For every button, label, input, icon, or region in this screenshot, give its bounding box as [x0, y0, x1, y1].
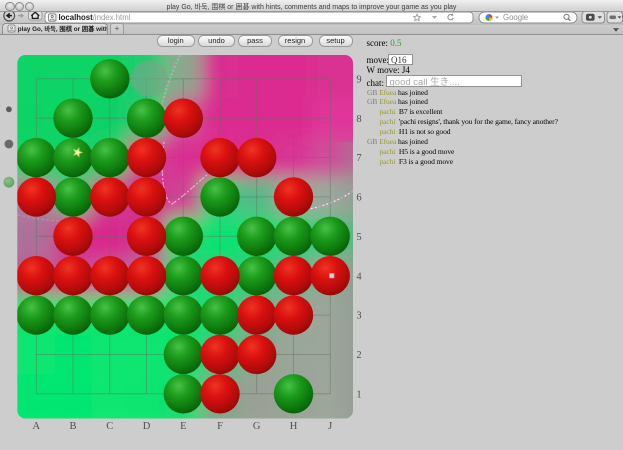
svg-text:7: 7 — [356, 153, 361, 164]
svg-text:5: 5 — [356, 232, 361, 243]
svg-text:8: 8 — [356, 114, 361, 125]
svg-text:G: G — [253, 421, 261, 432]
svg-text:Google: Google — [503, 13, 528, 22]
svg-text:E: E — [180, 421, 186, 432]
svg-text:9: 9 — [356, 74, 361, 85]
svg-text:A: A — [33, 421, 41, 432]
svg-text:D: D — [143, 421, 151, 432]
svg-text:B: B — [69, 421, 76, 432]
svg-text:6: 6 — [356, 193, 361, 204]
svg-text:localhost/index.html: localhost/index.html — [59, 13, 131, 22]
svg-text:1: 1 — [356, 389, 361, 400]
svg-text:3: 3 — [356, 311, 361, 322]
svg-text:F: F — [217, 421, 223, 432]
svg-text:C: C — [106, 421, 113, 432]
svg-text:J: J — [328, 421, 332, 432]
svg-text:2: 2 — [356, 350, 361, 361]
svg-text:4: 4 — [356, 271, 362, 282]
svg-text:H: H — [290, 421, 298, 432]
